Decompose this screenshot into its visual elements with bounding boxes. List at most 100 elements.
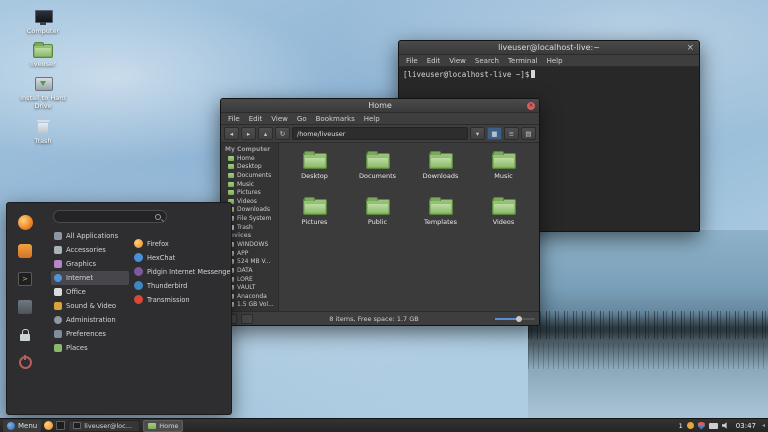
category-administration[interactable]: Administration (51, 313, 129, 327)
show-treeview-button[interactable] (241, 313, 253, 324)
desktop-icon-computer[interactable]: Computer (12, 10, 74, 35)
icon-view-toggle[interactable]: ▦ (487, 127, 502, 140)
app-item-pidgin[interactable]: Pidgin Internet Messenger (132, 265, 230, 278)
folder-icon (428, 197, 453, 215)
menu-button[interactable]: Menu (3, 419, 42, 432)
category-sound-video[interactable]: Sound & Video (51, 299, 129, 313)
sidebar-item-pictures[interactable]: Pictures (221, 188, 278, 197)
compact-view-toggle[interactable]: ▤ (521, 127, 536, 140)
back-button[interactable]: ◂ (224, 127, 239, 140)
desktop-icon-trash[interactable]: Trash (12, 119, 74, 145)
menu-help[interactable]: Help (364, 115, 380, 123)
folder-item-public[interactable]: Public (348, 197, 408, 245)
menu-edit[interactable]: Edit (249, 115, 263, 123)
sidebar-item-home[interactable]: Home (221, 154, 278, 163)
folder-item-documents[interactable]: Documents (348, 151, 408, 199)
tray-collapse-icon[interactable]: ◂ (762, 422, 765, 429)
sidebar-item-desktop[interactable]: Desktop (221, 163, 278, 172)
sidebar-header-computer: My Computer (225, 146, 271, 153)
menu-bookmarks[interactable]: Bookmarks (316, 115, 355, 123)
all-apps-icon (54, 232, 62, 240)
menu-view[interactable]: View (271, 115, 288, 123)
notification-count[interactable]: 1 (679, 422, 683, 430)
clock[interactable]: 03:47 (734, 422, 758, 430)
menu-go[interactable]: Go (297, 115, 307, 123)
sidebar-item-music[interactable]: Music (221, 180, 278, 189)
menu-search[interactable]: Search (475, 57, 499, 65)
terminal-titlebar[interactable]: liveuser@localhost-live:~ × (399, 41, 699, 55)
terminal-title: liveuser@localhost-live:~ (498, 43, 600, 52)
system-tray: 1 03:47 ◂ (679, 421, 765, 430)
desktop-icon-install[interactable]: Install to Hard Drive (12, 77, 74, 110)
location-dropdown-icon[interactable]: ▾ (470, 127, 485, 140)
folder-item-pictures[interactable]: Pictures (285, 197, 345, 245)
taskbar-window-terminal[interactable]: liveuser@localh... (68, 419, 141, 432)
category-graphics[interactable]: Graphics (51, 257, 129, 271)
folder-icon (365, 197, 390, 215)
desktop-icon-home[interactable]: liveuser (12, 42, 74, 68)
terminal-menubar: File Edit View Search Terminal Help (399, 55, 699, 67)
close-button[interactable]: × (527, 102, 535, 110)
category-accessories[interactable]: Accessories (51, 243, 129, 257)
app-item-hexchat[interactable]: HexChat (132, 251, 230, 264)
menu-edit[interactable]: Edit (427, 57, 441, 65)
close-icon[interactable]: × (686, 42, 694, 54)
location-bar[interactable] (292, 127, 468, 140)
category-office[interactable]: Office (51, 285, 129, 299)
software-icon[interactable] (17, 242, 34, 259)
globe-icon (54, 274, 62, 282)
taskbar-window-home[interactable]: Home (143, 419, 184, 432)
transmission-icon (134, 295, 143, 304)
volume-icon[interactable] (721, 422, 727, 429)
folder-item-downloads[interactable]: Downloads (411, 151, 471, 199)
file-manager-window: Home × File Edit View Go Bookmarks Help … (220, 98, 540, 326)
file-manager-titlebar[interactable]: Home × (221, 99, 539, 113)
firefox-launcher-icon[interactable] (44, 421, 54, 430)
category-places[interactable]: Places (51, 341, 129, 355)
category-internet[interactable]: Internet (51, 271, 129, 285)
category-preferences[interactable]: Preferences (51, 327, 129, 341)
keyboard-layout-icon[interactable] (708, 422, 718, 429)
folder-item-desktop[interactable]: Desktop (285, 151, 345, 199)
refresh-button[interactable]: ↻ (275, 127, 290, 140)
folder-icon (228, 172, 234, 178)
zoom-slider[interactable] (495, 314, 535, 324)
menu-terminal[interactable]: Terminal (508, 57, 538, 65)
list-view-toggle[interactable]: ≡ (504, 127, 519, 140)
distro-logo-icon (7, 421, 15, 430)
firefox-icon (134, 239, 143, 248)
computer-icon (34, 10, 53, 25)
menu-help[interactable]: Help (547, 57, 563, 65)
firefox-icon[interactable] (17, 214, 34, 231)
menu-file[interactable]: File (406, 57, 418, 65)
application-list: Firefox HexChat Pidgin Internet Messenge… (132, 237, 230, 306)
update-notifier-icon[interactable] (686, 422, 694, 429)
menu-view[interactable]: View (449, 57, 466, 65)
folder-item-videos[interactable]: Videos (474, 197, 534, 245)
desktop-icon-label: Trash (34, 136, 52, 145)
menu-file[interactable]: File (228, 115, 240, 123)
files-icon[interactable] (17, 298, 34, 315)
folder-icon (228, 190, 234, 196)
category-all-applications[interactable]: All Applications (51, 229, 129, 243)
app-item-thunderbird[interactable]: Thunderbird (132, 279, 230, 292)
favorites-column: > (12, 214, 38, 371)
shutdown-icon[interactable] (17, 354, 34, 371)
zoom-slider-knob[interactable] (515, 315, 522, 322)
folder-item-music[interactable]: Music (474, 151, 534, 199)
app-item-transmission[interactable]: Transmission (132, 293, 230, 306)
folder-icon (54, 344, 62, 352)
app-item-firefox[interactable]: Firefox (132, 237, 230, 250)
security-tray-icon[interactable] (697, 421, 705, 430)
sidebar-item-documents[interactable]: Documents (221, 171, 278, 180)
up-button[interactable]: ▴ (258, 127, 273, 140)
terminal-icon[interactable]: > (17, 270, 34, 287)
folder-view[interactable]: Desktop Documents Downloads Music Pictur… (279, 143, 539, 311)
lock-screen-icon[interactable] (17, 326, 34, 343)
menu-search-box[interactable] (53, 210, 167, 223)
terminal-launcher-icon[interactable] (56, 421, 66, 430)
folder-item-templates[interactable]: Templates (411, 197, 471, 245)
forward-button[interactable]: ▸ (241, 127, 256, 140)
search-input[interactable] (59, 212, 155, 221)
folder-icon (491, 151, 516, 169)
